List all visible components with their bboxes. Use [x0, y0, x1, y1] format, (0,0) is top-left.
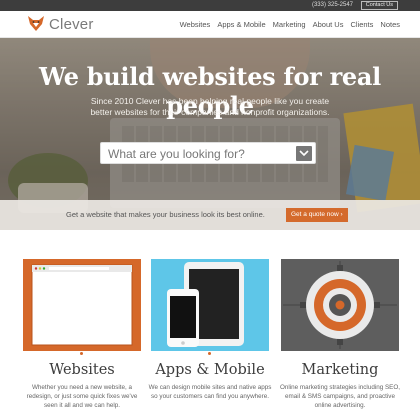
- websites-title[interactable]: Websites: [23, 362, 141, 378]
- card-indicator: [208, 352, 211, 355]
- utility-bar: (333) 325-2547 Contact Us: [0, 0, 420, 11]
- cta-band: Get a website that makes your business l…: [0, 200, 420, 230]
- apps-mobile-description: We can design mobile sites and native ap…: [148, 384, 272, 400]
- search-placeholder: What are you looking for?: [108, 147, 245, 161]
- cta-message: Get a website that makes your business l…: [66, 210, 265, 219]
- websites-card-image[interactable]: [23, 259, 141, 351]
- fox-logo-icon[interactable]: [26, 13, 46, 33]
- chevron-down-icon: [299, 150, 309, 157]
- brand-name[interactable]: Clever: [49, 16, 94, 33]
- nav-menu: Websites Apps & Mobile Marketing About U…: [180, 11, 400, 38]
- dropdown-button[interactable]: [296, 146, 312, 161]
- phone-number[interactable]: (333) 325-2547: [312, 1, 353, 10]
- nav-item-apps-mobile[interactable]: Apps & Mobile: [217, 20, 265, 29]
- nav-item-notes[interactable]: Notes: [380, 20, 400, 29]
- nav-item-websites[interactable]: Websites: [180, 20, 211, 29]
- get-quote-button[interactable]: Get a quote now ›: [286, 208, 348, 222]
- tablet-phone-icon: [167, 262, 244, 347]
- nav-item-clients[interactable]: Clients: [350, 20, 373, 29]
- marketing-card-image[interactable]: [281, 259, 399, 351]
- websites-description: Whether you need a new website, a redesi…: [26, 384, 138, 409]
- main-nav: Clever Websites Apps & Mobile Marketing …: [0, 11, 420, 38]
- contact-us-button[interactable]: Contact Us: [360, 1, 398, 10]
- target-icon: [283, 261, 397, 349]
- browser-window-icon: [31, 264, 133, 346]
- nav-item-about-us[interactable]: About Us: [313, 20, 344, 29]
- marketing-description: Online marketing strategies including SE…: [279, 384, 401, 409]
- nav-item-marketing[interactable]: Marketing: [273, 20, 306, 29]
- marketing-title[interactable]: Marketing: [281, 362, 399, 378]
- hero-subtitle: Since 2010 Clever has been helping real …: [90, 96, 330, 117]
- apps-card-image[interactable]: [151, 259, 269, 351]
- search-select[interactable]: What are you looking for?: [100, 142, 316, 164]
- card-indicator: [80, 352, 83, 355]
- apps-mobile-title[interactable]: Apps & Mobile: [151, 362, 269, 378]
